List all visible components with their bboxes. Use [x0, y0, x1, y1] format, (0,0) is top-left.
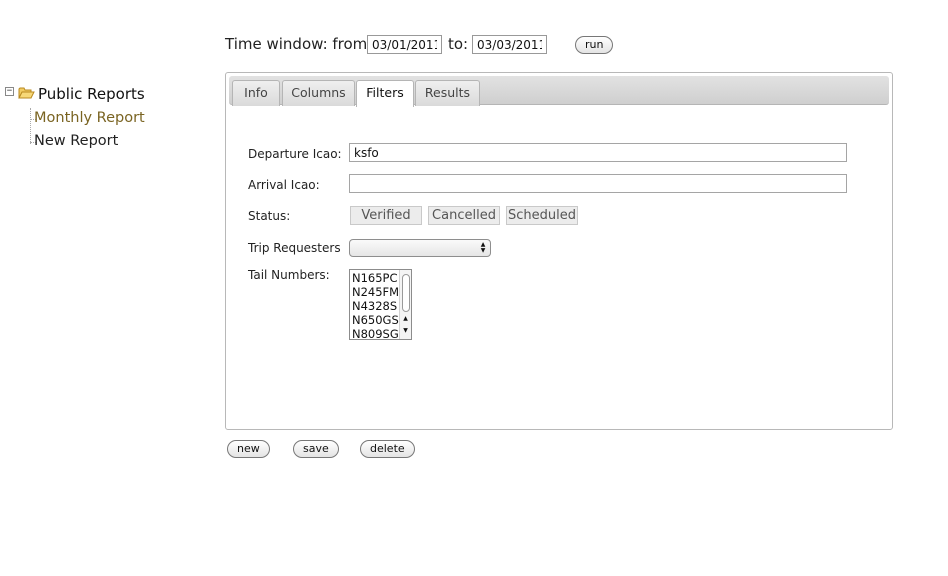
- tab-filters[interactable]: Filters: [356, 80, 414, 107]
- tail-number-item[interactable]: N650GS: [352, 313, 399, 327]
- tail-number-item[interactable]: N4328S: [352, 299, 397, 313]
- arrival-icao-label: Arrival Icao:: [248, 178, 320, 192]
- tail-numbers-label: Tail Numbers:: [248, 268, 330, 282]
- tree-connector: [30, 108, 31, 144]
- tail-number-item[interactable]: N809SG: [352, 327, 399, 339]
- trip-requesters-label: Trip Requesters: [248, 241, 341, 255]
- tree-root-row: − Public Reports: [5, 84, 205, 104]
- time-window-label: Time window: from:: [225, 35, 373, 53]
- folder-open-icon: [18, 85, 35, 104]
- status-label: Status:: [248, 209, 291, 223]
- arrival-icao-field[interactable]: [349, 174, 847, 193]
- tail-number-item[interactable]: N245FM: [352, 285, 399, 299]
- tail-numbers-listbox[interactable]: N165PC N245FM N4328S N650GS N809SG ▲ ▼: [349, 269, 412, 340]
- tab-bar: Info Columns Filters Results: [229, 76, 889, 107]
- run-button[interactable]: run: [575, 36, 614, 54]
- status-verified-button[interactable]: Verified: [350, 206, 422, 225]
- delete-button[interactable]: delete: [360, 440, 415, 458]
- from-date-input[interactable]: [367, 35, 442, 54]
- to-label: to:: [448, 35, 469, 53]
- status-scheduled-button[interactable]: Scheduled: [506, 206, 578, 225]
- departure-icao-label: Departure Icao:: [248, 147, 342, 161]
- tab-columns[interactable]: Columns: [282, 80, 355, 106]
- tree-item-monthly-report[interactable]: Monthly Report: [34, 110, 145, 126]
- save-button[interactable]: save: [293, 440, 339, 458]
- tree-toggle-icon[interactable]: −: [5, 87, 14, 96]
- tree-item-new-report[interactable]: New Report: [34, 133, 118, 149]
- status-cancelled-button[interactable]: Cancelled: [428, 206, 500, 225]
- trip-requesters-select[interactable]: ▲ ▼: [349, 239, 491, 257]
- listbox-scrollbar[interactable]: ▲ ▼: [399, 270, 411, 339]
- tab-results[interactable]: Results: [415, 80, 480, 106]
- select-arrows-icon: ▲ ▼: [480, 241, 486, 254]
- departure-icao-field[interactable]: [349, 143, 847, 162]
- tail-number-item[interactable]: N165PC: [352, 271, 398, 285]
- to-date-input[interactable]: [472, 35, 547, 54]
- new-button[interactable]: new: [227, 440, 270, 458]
- scroll-thumb[interactable]: [402, 274, 410, 312]
- report-panel: Info Columns Filters Results Departure I…: [225, 72, 893, 430]
- scroll-down-icon[interactable]: ▼: [400, 326, 411, 336]
- scroll-up-icon[interactable]: ▲: [400, 314, 411, 324]
- tree-root-label[interactable]: Public Reports: [38, 85, 145, 103]
- tab-info[interactable]: Info: [232, 80, 280, 106]
